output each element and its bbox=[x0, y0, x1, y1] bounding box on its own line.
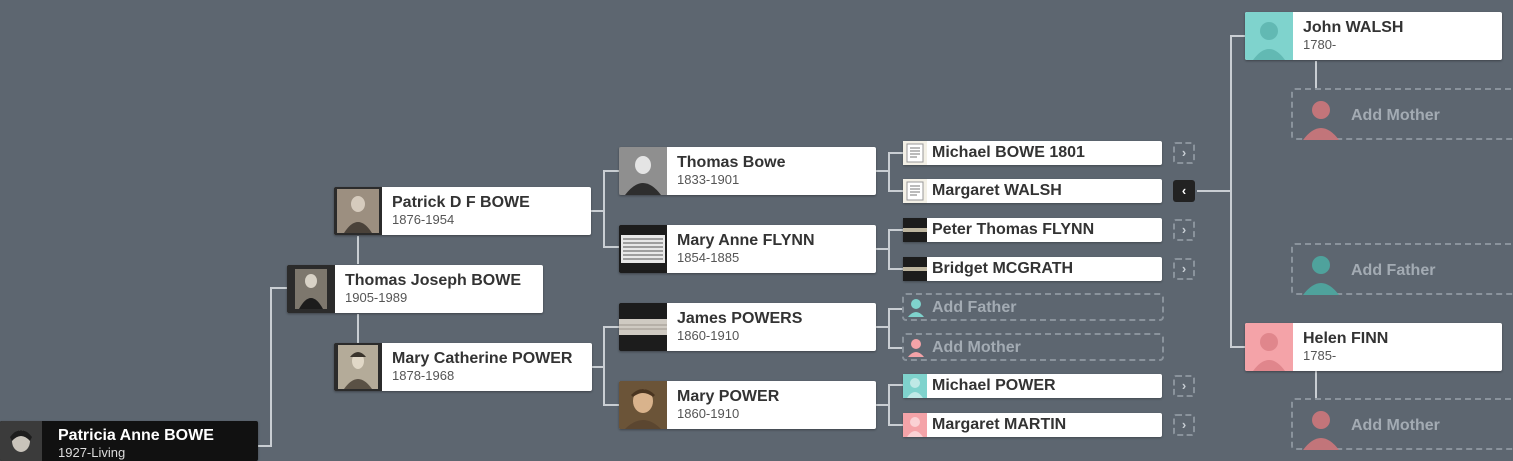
add-mother-button[interactable]: Add Mother bbox=[902, 333, 1164, 361]
add-mother-label: Add Mother bbox=[1351, 107, 1440, 124]
person-card-mary-power[interactable]: Mary POWER 1860-1910 bbox=[619, 381, 876, 429]
person-card-margaret-walsh[interactable]: Margaret WALSH bbox=[903, 179, 1162, 203]
person-card-margaret-martin[interactable]: Margaret MARTIN bbox=[903, 413, 1162, 437]
person-dates: 1876-1954 bbox=[392, 212, 455, 227]
person-dates: 1860-1910 bbox=[677, 328, 740, 343]
person-name: Bridget MCGRATH bbox=[932, 260, 1074, 277]
person-card-john-walsh[interactable]: John WALSH 1780- bbox=[1245, 12, 1502, 60]
person-photo bbox=[619, 303, 667, 351]
chevron-right-icon[interactable]: › bbox=[1173, 258, 1195, 280]
add-father-label: Add Father bbox=[932, 299, 1017, 316]
male-silhouette-icon bbox=[1303, 256, 1339, 295]
add-mother-label: Add Mother bbox=[1351, 417, 1440, 434]
person-card-peter-flynn[interactable]: Peter Thomas FLYNN bbox=[903, 218, 1162, 242]
person-card-thomas-joseph[interactable]: Thomas Joseph BOWE 1905-1989 bbox=[287, 265, 543, 313]
male-silhouette-icon bbox=[908, 299, 924, 317]
person-dates: 1780- bbox=[1303, 37, 1337, 52]
person-card-james-powers[interactable]: James POWERS 1860-1910 bbox=[619, 303, 876, 351]
person-name: Patrick D F BOWE bbox=[392, 194, 530, 211]
female-silhouette-icon bbox=[1245, 323, 1293, 371]
person-name: Mary Catherine POWER bbox=[392, 350, 573, 367]
person-name: Helen FINN bbox=[1303, 330, 1389, 347]
person-card-bridget-mcgrath[interactable]: Bridget MCGRATH bbox=[903, 257, 1162, 281]
female-silhouette-icon bbox=[908, 339, 924, 357]
photo-thumb-icon bbox=[903, 257, 927, 281]
add-father-label: Add Father bbox=[1351, 262, 1436, 279]
person-card-patrick[interactable]: Patrick D F BOWE 1876-1954 bbox=[334, 187, 591, 235]
person-name: Margaret MARTIN bbox=[932, 416, 1067, 433]
male-silhouette-icon bbox=[903, 374, 927, 398]
person-dates: 1854-1885 bbox=[677, 250, 740, 265]
chevron-right-icon[interactable]: › bbox=[1173, 219, 1195, 241]
male-silhouette-icon bbox=[1245, 12, 1293, 60]
person-card-michael-bowe[interactable]: Michael BOWE 1801 bbox=[903, 141, 1162, 165]
person-name: Michael POWER bbox=[932, 377, 1056, 394]
person-card-thomas-bowe[interactable]: Thomas Bowe 1833-1901 bbox=[619, 147, 876, 195]
person-photo bbox=[0, 421, 42, 461]
add-mother-label: Add Mother bbox=[932, 339, 1021, 356]
person-photo bbox=[619, 381, 667, 429]
female-silhouette-icon bbox=[1303, 411, 1339, 450]
person-card-helen-finn[interactable]: Helen FINN 1785- bbox=[1245, 323, 1502, 371]
person-name: Margaret WALSH bbox=[932, 182, 1062, 199]
chevron-right-icon[interactable]: › bbox=[1173, 142, 1195, 164]
person-dates: 1905-1989 bbox=[345, 290, 408, 305]
chevron-right-icon[interactable]: › bbox=[1173, 375, 1195, 397]
person-photo bbox=[287, 265, 335, 313]
person-name: Thomas Bowe bbox=[677, 154, 786, 171]
person-name: Mary Anne FLYNN bbox=[677, 232, 815, 249]
person-dates: 1833-1901 bbox=[677, 172, 740, 187]
person-name: Michael BOWE 1801 bbox=[932, 144, 1085, 161]
person-dates: 1860-1910 bbox=[677, 406, 740, 421]
person-dates: 1927-Living bbox=[58, 445, 126, 460]
female-silhouette-icon bbox=[1303, 101, 1339, 140]
person-card-mary-anne-flynn[interactable]: Mary Anne FLYNN 1854-1885 bbox=[619, 225, 876, 273]
person-name: Peter Thomas FLYNN bbox=[932, 221, 1095, 238]
person-dates: 1785- bbox=[1303, 348, 1337, 363]
person-photo bbox=[619, 225, 667, 273]
person-name: Thomas Joseph BOWE bbox=[345, 272, 522, 289]
person-name: John WALSH bbox=[1303, 19, 1404, 36]
person-photo bbox=[334, 343, 382, 391]
add-mother-button[interactable]: Add Mother bbox=[1291, 88, 1513, 140]
chevron-left-icon[interactable]: ‹ bbox=[1173, 180, 1195, 202]
document-thumb-icon bbox=[903, 141, 927, 165]
person-photo bbox=[334, 187, 382, 235]
person-name: Mary POWER bbox=[677, 388, 780, 405]
person-photo bbox=[619, 147, 667, 195]
chevron-right-icon[interactable]: › bbox=[1173, 414, 1195, 436]
person-card-mary-catherine[interactable]: Mary Catherine POWER 1878-1968 bbox=[334, 343, 592, 391]
person-dates: 1878-1968 bbox=[392, 368, 455, 383]
add-mother-button[interactable]: Add Mother bbox=[1291, 398, 1513, 450]
person-card-patricia[interactable]: Patricia Anne BOWE 1927-Living bbox=[0, 421, 258, 461]
person-card-michael-power[interactable]: Michael POWER bbox=[903, 374, 1162, 398]
photo-thumb-icon bbox=[903, 218, 927, 242]
add-father-button[interactable]: Add Father bbox=[1291, 243, 1513, 295]
person-name: James POWERS bbox=[677, 310, 803, 327]
document-thumb-icon bbox=[903, 179, 927, 203]
female-silhouette-icon bbox=[903, 413, 927, 437]
person-name: Patricia Anne BOWE bbox=[58, 427, 214, 444]
add-father-button[interactable]: Add Father bbox=[902, 293, 1164, 321]
